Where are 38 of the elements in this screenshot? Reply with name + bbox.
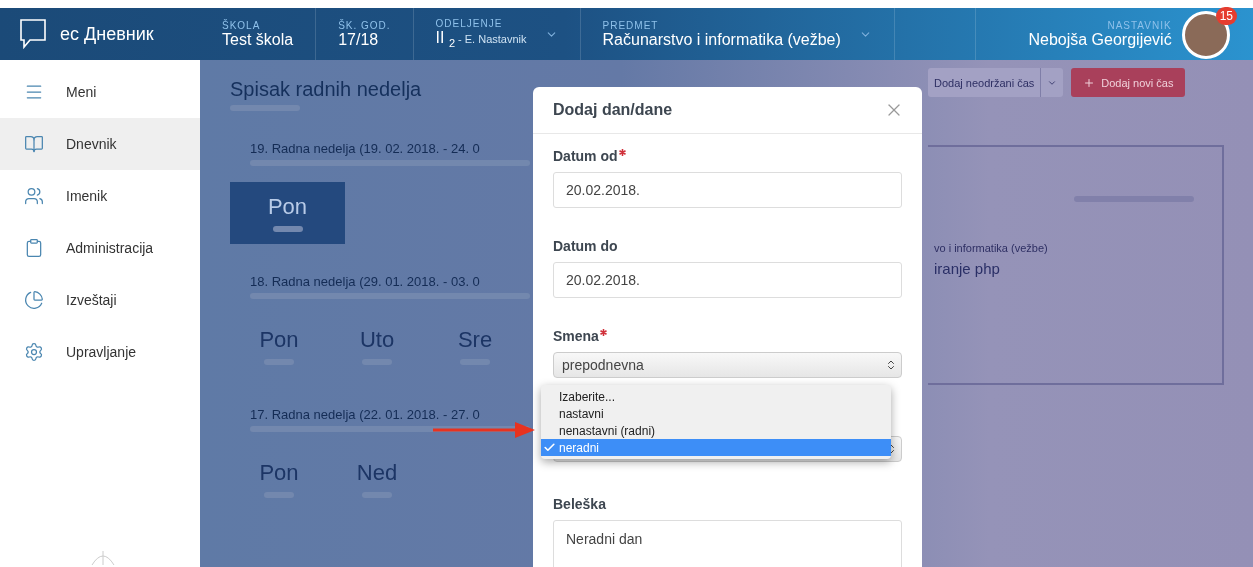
lesson-topic: iranje php <box>934 260 1001 277</box>
week-title: 19. Radna nedelja (19. 02. 2018. - 24. 0 <box>249 141 481 156</box>
dialog-title: Dodaj dan/dane <box>553 101 673 119</box>
sidebar-item[interactable]: Meni <box>0 66 200 118</box>
field-label: Datum do <box>553 238 619 254</box>
dropdown-option[interactable]: nenastavni (radni) <box>541 422 891 439</box>
split-button[interactable]: Dodaj neodržani čas <box>928 68 1064 97</box>
dropdown-option[interactable]: nastavni <box>541 405 891 422</box>
clipboard-icon <box>24 238 44 258</box>
select-field[interactable]: prepodnevna <box>553 352 902 378</box>
week-title: 17. Radna nedelja (22. 01. 2018. - 27. 0 <box>249 407 481 422</box>
note-field[interactable]: Neradni dan <box>553 520 902 567</box>
sidebar-item[interactable]: Administracija <box>0 222 200 274</box>
sidebar-item[interactable]: Upravljanje <box>0 326 200 378</box>
sidebar-item[interactable]: Izveštaji <box>0 274 200 326</box>
dropdown-option[interactable]: Izaberite... <box>541 388 891 405</box>
user-name: Nebojša Georgijević <box>1028 30 1172 49</box>
users-icon <box>24 186 44 206</box>
user-role: NASTAVNIK <box>1107 19 1172 31</box>
field-label: Datum od <box>553 148 902 164</box>
book-icon <box>24 134 44 154</box>
add-button[interactable]: Dodaj novi čas <box>1071 68 1186 97</box>
week-title: 18. Radna nedelja (29. 01. 2018. - 03. 0 <box>249 274 481 289</box>
date-field[interactable]: 20.02.2018. <box>553 262 902 298</box>
app-logo: ес Дневник <box>60 23 154 45</box>
sidebar-item[interactable]: Dnevnik <box>0 118 200 170</box>
notification-badge: 15 <box>1215 7 1237 25</box>
logo-icon <box>18 18 48 50</box>
date-field[interactable]: 20.02.2018. <box>553 172 902 208</box>
day-tile[interactable]: Pon <box>230 182 345 244</box>
field-label: Smena <box>553 328 902 344</box>
plus-icon <box>1083 76 1096 89</box>
page-title: Spisak radnih nedelja <box>230 78 423 101</box>
check-icon <box>543 441 556 454</box>
settings-icon <box>24 342 44 362</box>
pie-chart-icon <box>24 290 44 310</box>
field-label: Beleška <box>553 496 607 512</box>
sidebar-item[interactable]: Imenik <box>0 170 200 222</box>
